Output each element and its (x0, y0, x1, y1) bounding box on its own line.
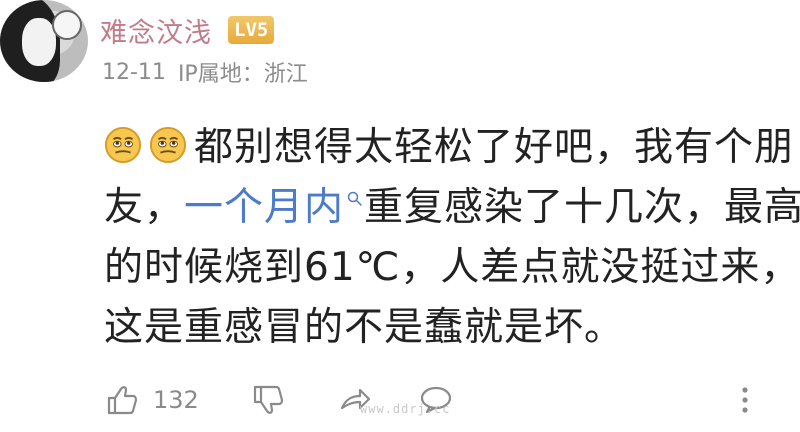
comment-meta: 12-11 IP属地：浙江 (102, 58, 308, 88)
comment-header: 难念汶浅 LV5 (100, 10, 275, 50)
linked-search-term[interactable]: 一个月内 (184, 185, 364, 230)
comment-line-1: 都别想得太轻松了好吧，我有个朋 (104, 118, 794, 178)
comment-body: 都别想得太轻松了好吧，我有个朋 友，一个月内 重复感染了十几次，最高 的时候烧到6… (104, 118, 800, 358)
eye-roll-emoji (104, 126, 142, 164)
ip-location: IP属地：浙江 (177, 62, 308, 87)
watermark: www.ddrj.cc (360, 402, 451, 416)
avatar-decoration (52, 10, 82, 40)
comment-date: 12-11 (102, 59, 166, 85)
avatar-face (22, 18, 56, 66)
comment-line-2: 友，一个月内 重复感染了十几次，最高 (104, 178, 800, 238)
more-options-button[interactable] (735, 378, 755, 422)
user-avatar[interactable] (0, 0, 88, 82)
linked-search-term-text: 一个月内 (184, 185, 345, 230)
comment-line-4: 这是重感冒的不是蠢就是坏。 (104, 305, 625, 350)
comment-text-line-1: 都别想得太轻松了好吧，我有个朋 (194, 125, 795, 170)
comment-text-line-2-after: 重复感染了十几次，最高 (364, 185, 800, 230)
thumbs-up-icon (103, 381, 141, 419)
eye-roll-emoji (149, 126, 187, 164)
username[interactable]: 难念汶浅 (100, 11, 212, 50)
like-count: 132 (153, 386, 199, 414)
more-vertical-icon (735, 381, 755, 419)
level-badge: LV5 (228, 16, 275, 44)
search-icon (346, 190, 364, 208)
thumbs-down-icon (249, 381, 287, 419)
comment-line-3: 的时候烧到61℃，人差点就没挺过来，说 (104, 245, 800, 290)
like-action[interactable]: 132 (103, 378, 199, 422)
comment-text-line-2-before: 友， (104, 185, 185, 230)
dislike-button[interactable] (249, 378, 287, 422)
